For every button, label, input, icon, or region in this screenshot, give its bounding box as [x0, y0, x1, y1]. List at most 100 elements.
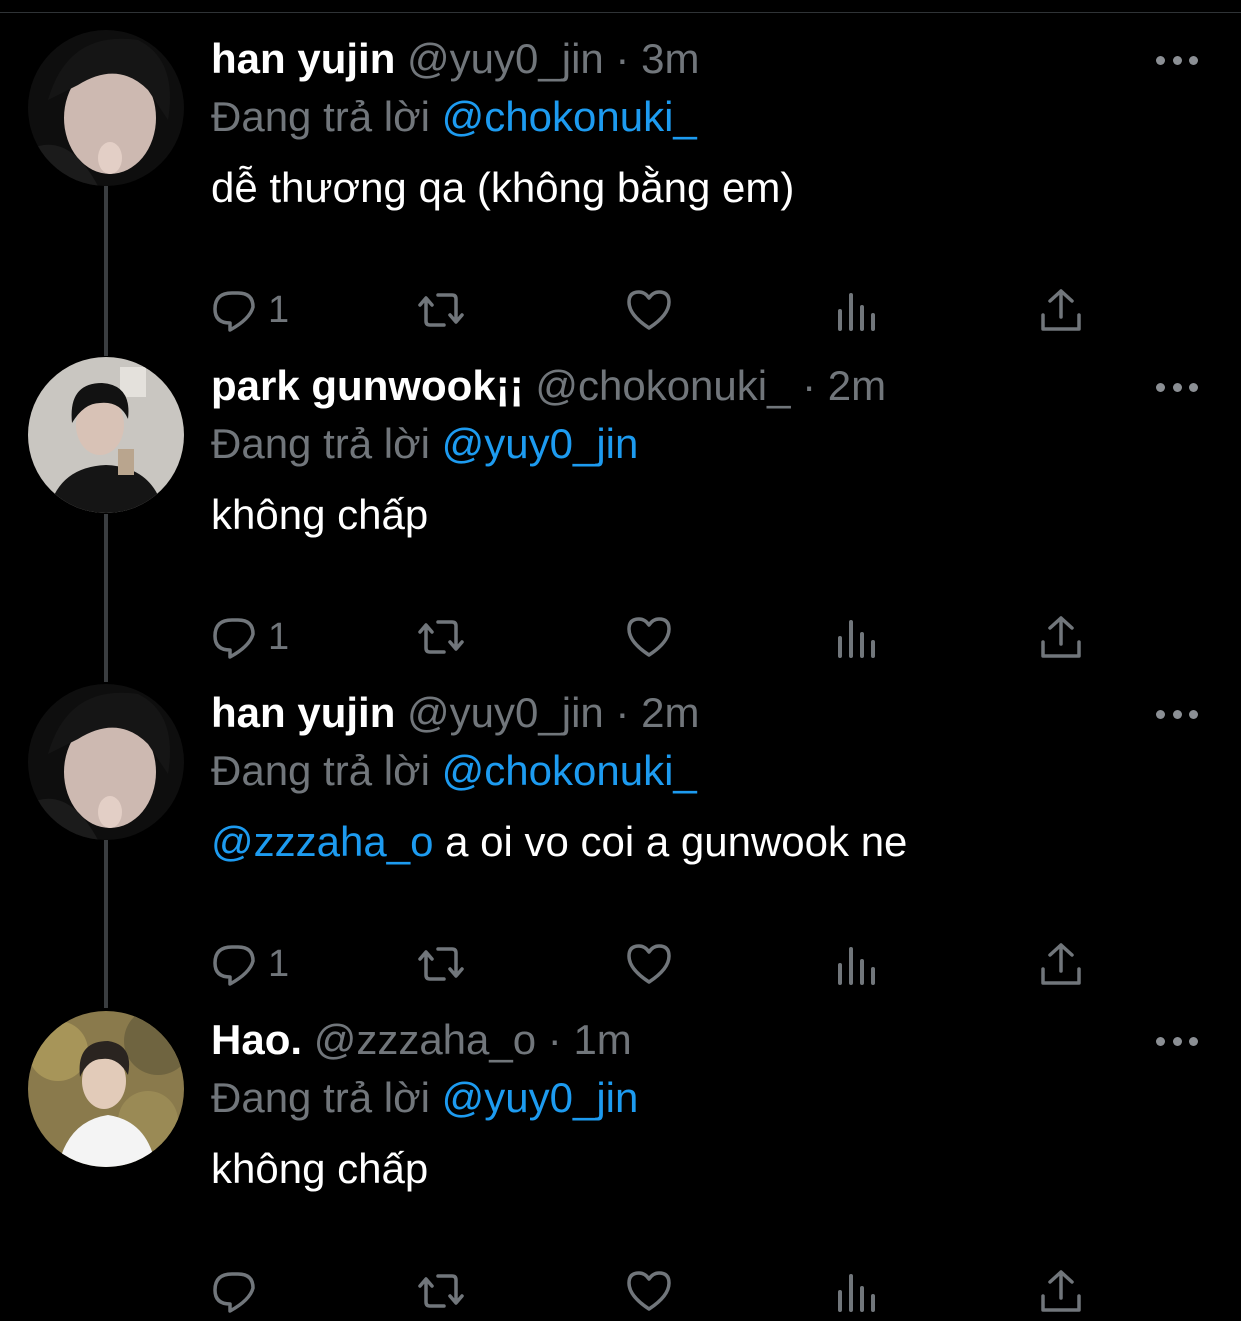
- share-upload-icon: [1041, 289, 1081, 331]
- reply-button[interactable]: 1: [210, 934, 289, 994]
- separator: ·: [603, 689, 642, 736]
- handle[interactable]: @chokonuki_: [535, 362, 790, 409]
- tweet-actions: [210, 1261, 1090, 1321]
- retweet-button[interactable]: [416, 280, 466, 340]
- reply-bubble-icon: [213, 291, 255, 332]
- heart-icon: [627, 944, 671, 984]
- reply-bubble-icon: [213, 618, 255, 659]
- retweet-button[interactable]: [416, 934, 466, 994]
- more-dots-icon[interactable]: [1156, 706, 1198, 722]
- replying-label: Đang trả lời: [211, 747, 442, 794]
- reply-button[interactable]: [210, 1261, 268, 1321]
- handle[interactable]: @yuy0_jin: [407, 35, 604, 82]
- heart-icon: [627, 290, 671, 330]
- replying-to: Đang trả lời @chokonuki_: [211, 88, 697, 146]
- more-dots-icon[interactable]: [1156, 379, 1198, 395]
- views-button[interactable]: [832, 934, 882, 994]
- reply-count: 1: [268, 615, 290, 658]
- more-dots-icon[interactable]: [1156, 1033, 1198, 1049]
- share-upload-icon: [1041, 1270, 1081, 1312]
- avatar-photo: [28, 30, 184, 186]
- reply-button[interactable]: 1: [210, 607, 289, 667]
- avatar[interactable]: [28, 684, 184, 840]
- tweet[interactable]: han yujin @yuy0_jin · 3m Đang trả lời @c…: [0, 30, 1241, 332]
- replying-mention[interactable]: @chokonuki_: [442, 93, 697, 140]
- share-button[interactable]: [1036, 607, 1086, 667]
- timestamp[interactable]: 1m: [573, 1016, 631, 1063]
- heart-icon: [627, 617, 671, 657]
- tweet-header: Hao. @zzzaha_o · 1m: [211, 1011, 632, 1069]
- heart-icon: [627, 1271, 671, 1311]
- replying-to: Đang trả lời @chokonuki_: [211, 742, 697, 800]
- reply-bubble-icon: [213, 1272, 255, 1313]
- text-content: dễ thương qa (không bằng em): [211, 164, 795, 211]
- more-dots-icon[interactable]: [1156, 52, 1198, 68]
- tweet-text: dễ thương qa (không bằng em): [211, 158, 794, 218]
- replying-to: Đang trả lời @yuy0_jin: [211, 415, 638, 473]
- tweet-actions: 1: [210, 607, 1090, 667]
- replying-mention[interactable]: @yuy0_jin: [442, 1074, 639, 1121]
- like-button[interactable]: [624, 934, 674, 994]
- avatar-photo: [28, 357, 184, 513]
- tweet-header: park gunwook¡¡ @chokonuki_ · 2m: [211, 357, 886, 415]
- timestamp[interactable]: 2m: [641, 689, 699, 736]
- handle[interactable]: @yuy0_jin: [407, 689, 604, 736]
- avatar-photo: [28, 684, 184, 840]
- reply-count: 1: [268, 942, 290, 985]
- display-name[interactable]: Hao.: [211, 1016, 302, 1063]
- retweet-icon: [418, 620, 464, 654]
- text-content: không chấp: [211, 1145, 429, 1192]
- separator: ·: [790, 362, 828, 409]
- reply-bubble-icon: [213, 945, 255, 986]
- tweet-text: không chấp: [211, 485, 428, 545]
- separator: ·: [536, 1016, 574, 1063]
- retweet-button[interactable]: [416, 1261, 466, 1321]
- replying-mention[interactable]: @yuy0_jin: [442, 420, 639, 467]
- retweet-button[interactable]: [416, 607, 466, 667]
- tweet[interactable]: park gunwook¡¡ @chokonuki_ · 2m Đang trả…: [0, 357, 1241, 659]
- views-button[interactable]: [832, 280, 882, 340]
- replying-label: Đang trả lời: [211, 1074, 442, 1121]
- display-name[interactable]: han yujin: [211, 35, 395, 82]
- like-button[interactable]: [624, 280, 674, 340]
- views-bar-icon: [838, 947, 875, 985]
- replying-mention[interactable]: @chokonuki_: [442, 747, 697, 794]
- handle[interactable]: @zzzaha_o: [314, 1016, 536, 1063]
- timestamp[interactable]: 3m: [641, 35, 699, 82]
- avatar[interactable]: [28, 30, 184, 186]
- top-divider: [0, 0, 1241, 13]
- like-button[interactable]: [624, 607, 674, 667]
- text-content: a oi vo coi a gunwook ne: [433, 818, 908, 865]
- timestamp[interactable]: 2m: [828, 362, 886, 409]
- share-button[interactable]: [1036, 934, 1086, 994]
- views-button[interactable]: [832, 1261, 882, 1321]
- separator: ·: [603, 35, 642, 82]
- replying-label: Đang trả lời: [211, 420, 442, 467]
- replying-to: Đang trả lời @yuy0_jin: [211, 1069, 638, 1127]
- views-button[interactable]: [832, 607, 882, 667]
- text-mention[interactable]: @zzzaha_o: [211, 818, 433, 865]
- tweet-actions: 1: [210, 280, 1090, 340]
- views-bar-icon: [838, 293, 875, 331]
- like-button[interactable]: [624, 1261, 674, 1321]
- share-button[interactable]: [1036, 1261, 1086, 1321]
- tweet-header: han yujin @yuy0_jin · 3m: [211, 30, 699, 88]
- display-name[interactable]: park gunwook¡¡: [211, 362, 524, 409]
- share-upload-icon: [1041, 616, 1081, 658]
- share-button[interactable]: [1036, 280, 1086, 340]
- tweet[interactable]: han yujin @yuy0_jin · 2m Đang trả lời @c…: [0, 684, 1241, 986]
- tweet-text: không chấp: [211, 1139, 428, 1199]
- retweet-icon: [418, 293, 464, 327]
- avatar[interactable]: [28, 1011, 184, 1167]
- reply-button[interactable]: 1: [210, 280, 289, 340]
- share-upload-icon: [1041, 943, 1081, 985]
- text-content: không chấp: [211, 491, 429, 538]
- tweet-header: han yujin @yuy0_jin · 2m: [211, 684, 699, 742]
- tweet-text: @zzzaha_o a oi vo coi a gunwook ne: [211, 812, 907, 872]
- views-bar-icon: [838, 620, 875, 658]
- views-bar-icon: [838, 1274, 875, 1312]
- tweet[interactable]: Hao. @zzzaha_o · 1m Đang trả lời @yuy0_j…: [0, 1011, 1241, 1313]
- avatar[interactable]: [28, 357, 184, 513]
- retweet-icon: [418, 947, 464, 981]
- display-name[interactable]: han yujin: [211, 689, 395, 736]
